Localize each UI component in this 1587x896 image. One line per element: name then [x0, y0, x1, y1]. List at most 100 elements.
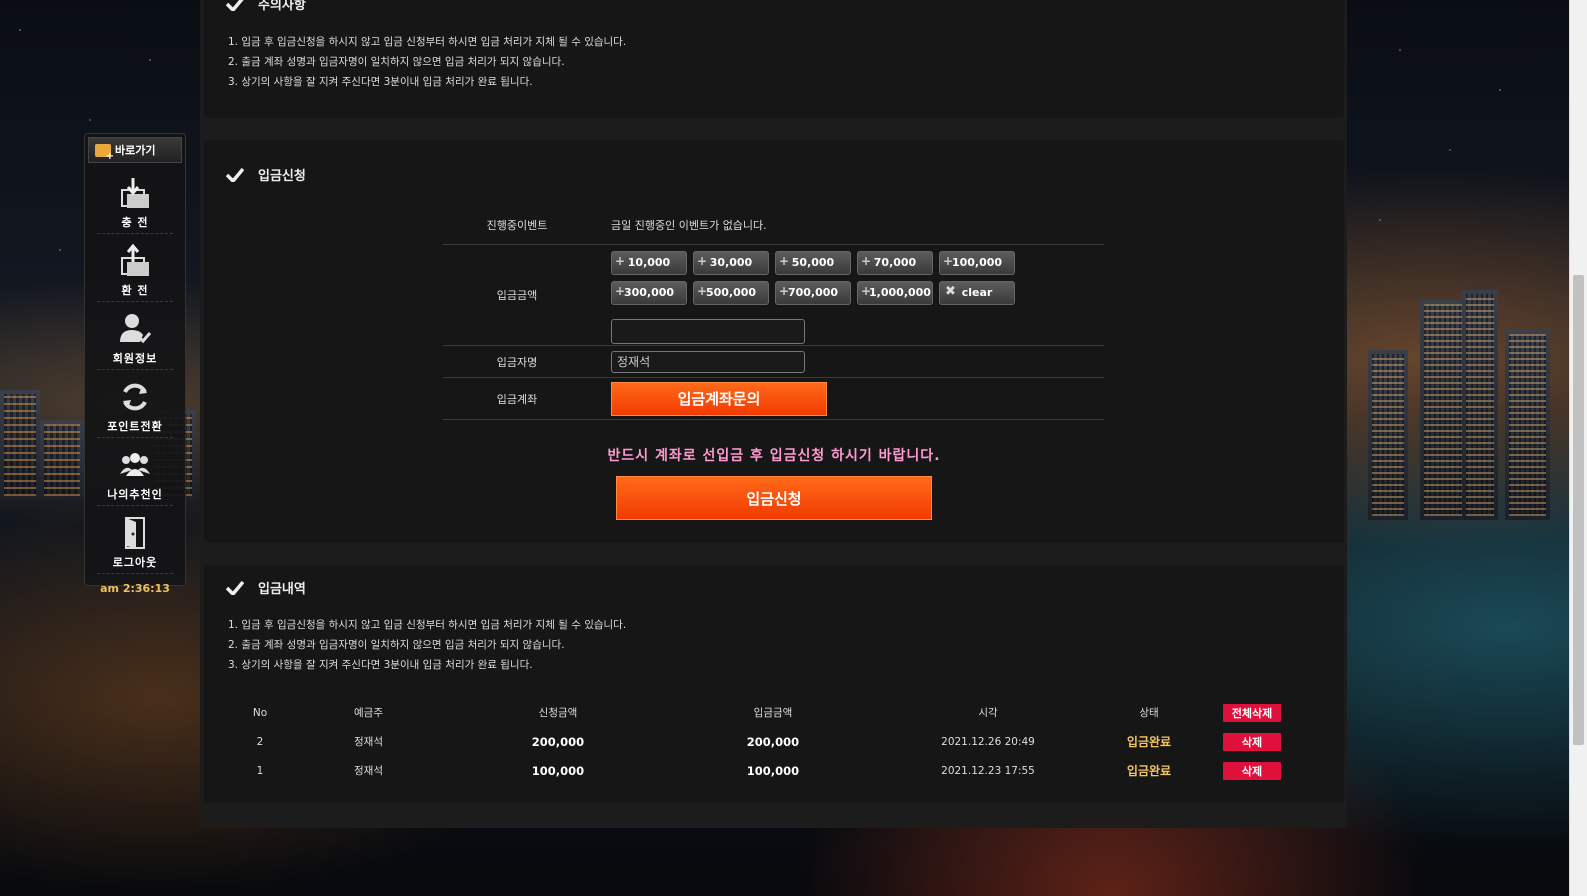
submit-deposit-button[interactable]: 입금신청 [616, 476, 932, 520]
vertical-scrollbar[interactable] [1569, 0, 1587, 896]
amount-button-10000[interactable]: +10,000 [611, 250, 687, 275]
delete-row-button[interactable]: 삭제 [1223, 761, 1281, 780]
sidebar-item-point-convert[interactable]: 포인트전환 [97, 370, 173, 438]
account-label: 입금계좌 [496, 392, 538, 406]
quick-menu-header: 바로가기 [88, 137, 182, 163]
history-title: 입금내역 [258, 582, 306, 597]
table-row: 1 정재석 100,000 100,000 2021.12.23 17:55 입… [228, 756, 1308, 785]
notice-line: 1. 입금 후 입금신청을 하시지 않고 입금 신청부터 하시면 입금 처리가 … [228, 36, 627, 48]
depositor-label: 입금자명 [496, 355, 538, 369]
amount-clear-button[interactable]: ✖ clear [939, 280, 1015, 305]
column-header: 시각 [978, 707, 998, 719]
history-notice-line: 3. 상기의 사항을 잘 지켜 주신다면 3분이내 입금 처리가 완료 됩니다. [228, 659, 533, 671]
sidebar-item-label: 나의추천인 [107, 488, 163, 501]
sidebar-item-logout[interactable]: 로그아웃 [97, 506, 173, 574]
sidebar-item-withdraw[interactable]: 환 전 [97, 234, 173, 302]
logout-icon [125, 517, 145, 549]
check-icon [226, 167, 244, 182]
event-label: 진행중이벤트 [486, 218, 548, 232]
folder-add-icon [95, 143, 114, 162]
check-icon [226, 580, 244, 595]
deposit-icon [121, 178, 149, 208]
amount-button-50000[interactable]: +50,000 [775, 250, 851, 275]
notice-line: 3. 상기의 사항을 잘 지켜 주신다면 3분이내 입금 처리가 완료 됩니다. [228, 76, 533, 88]
amount-button-300000[interactable]: +300,000 [611, 280, 687, 305]
row-time: 2021.12.26 20:49 [941, 735, 1035, 748]
row-requested-amount: 200,000 [531, 734, 585, 749]
plus-icon: + [861, 253, 872, 268]
withdraw-icon [121, 244, 149, 276]
deposit-warning: 반드시 계좌로 선입금 후 입금신청 하시기 바랍니다. [607, 448, 941, 464]
depositor-row: 입금자명 [443, 346, 1104, 378]
plus-icon: + [615, 283, 626, 298]
amount-input[interactable] [611, 318, 805, 344]
sidebar-item-label: 회원정보 [112, 352, 158, 365]
delete-row-button[interactable]: 삭제 [1223, 732, 1281, 751]
quick-menu-title: 바로가기 [115, 144, 156, 157]
sidebar-item-label: 로그아웃 [112, 556, 158, 569]
row-requested-amount: 100,000 [531, 763, 585, 778]
quick-menu-sidebar: 바로가기 충 전 환 전 회원정보 포인트전환 [84, 133, 186, 595]
amount-label: 입금금액 [496, 289, 538, 302]
row-action-cell: 삭제 [1197, 761, 1307, 780]
account-inquiry-button[interactable]: 입금계좌문의 [611, 381, 827, 416]
history-title-row: 입금내역 [226, 578, 306, 597]
notice-line: 2. 출금 계좌 성명과 입금자명이 일치하지 않으면 입금 처리가 되지 않습… [228, 56, 565, 68]
history-notice-list: 1. 입금 후 입금신청을 하시지 않고 입금 신청부터 하시면 입금 처리가 … [228, 615, 626, 675]
plus-icon: + [779, 253, 790, 268]
notice-title-row: 주의사항 [226, 0, 306, 13]
plus-icon: + [861, 283, 872, 298]
column-header: 예금주 [354, 707, 383, 719]
plus-icon: + [779, 283, 790, 298]
clock: am 2:36:13 [100, 582, 170, 595]
check-icon [226, 0, 244, 11]
column-header: 상태 [1139, 707, 1159, 719]
event-row: 진행중이벤트 금일 진행중인 이벤트가 없습니다. [443, 205, 1104, 245]
plus-icon: + [697, 283, 708, 298]
delete-all-cell: 전체삭제 [1197, 703, 1307, 722]
table-header-row: No 예금주 신청금액 입금금액 시각 상태 전체삭제 [228, 698, 1308, 727]
account-cell: 입금계좌문의 [591, 381, 1104, 416]
delete-all-button[interactable]: 전체삭제 [1223, 703, 1281, 722]
plus-icon: + [697, 253, 708, 268]
column-header: 신청금액 [538, 707, 578, 719]
amount-button-30000[interactable]: +30,000 [693, 250, 769, 275]
sidebar-item-member-info[interactable]: 회원정보 [97, 302, 173, 370]
column-header: No [252, 706, 268, 719]
column-header: 입금금액 [753, 707, 793, 719]
row-deposited-amount: 100,000 [746, 763, 800, 778]
sidebar-item-deposit[interactable]: 충 전 [97, 166, 173, 234]
plus-icon: + [943, 253, 954, 268]
deposit-title-row: 입금신청 [226, 165, 306, 184]
amount-button-100000[interactable]: +100,000 [939, 250, 1015, 275]
sidebar-item-referral[interactable]: 나의추천인 [97, 438, 173, 506]
row-no: 2 [256, 735, 264, 748]
row-status: 입금완료 [1126, 764, 1172, 778]
deposit-history-table: No 예금주 신청금액 입금금액 시각 상태 전체삭제 2 정재석 200,00… [228, 698, 1308, 785]
depositor-cell [591, 350, 1104, 373]
close-icon: ✖ [945, 283, 956, 299]
depositor-name-input[interactable] [611, 350, 805, 373]
amount-button-1000000[interactable]: +1,000,000 [857, 280, 933, 305]
plus-icon: + [615, 253, 626, 268]
sidebar-item-label: 충 전 [121, 216, 149, 229]
row-action-cell: 삭제 [1197, 732, 1307, 751]
amount-button-grid: +10,000 +30,000 +50,000 +70,000 +100,000… [611, 247, 1104, 305]
deposit-title: 입금신청 [258, 169, 306, 184]
row-holder: 정재석 [354, 765, 383, 777]
event-value: 금일 진행중인 이벤트가 없습니다. [611, 218, 767, 232]
row-no: 1 [256, 764, 264, 777]
notice-title: 주의사항 [258, 0, 306, 13]
amount-button-70000[interactable]: +70,000 [857, 250, 933, 275]
scrollbar-thumb[interactable] [1573, 275, 1584, 745]
row-status: 입금완료 [1126, 735, 1172, 749]
history-notice-line: 1. 입금 후 입금신청을 하시지 않고 입금 신청부터 하시면 입금 처리가 … [228, 619, 627, 631]
deposit-form: 진행중이벤트 금일 진행중인 이벤트가 없습니다. 입금금액 +10,000 +… [443, 205, 1104, 420]
row-deposited-amount: 200,000 [746, 734, 800, 749]
sidebar-item-label: 환 전 [121, 284, 149, 297]
amount-button-700000[interactable]: +700,000 [775, 280, 851, 305]
member-info-icon [120, 314, 152, 344]
sidebar-item-label: 포인트전환 [107, 420, 163, 433]
notice-list: 1. 입금 후 입금신청을 하시지 않고 입금 신청부터 하시면 입금 처리가 … [228, 32, 626, 92]
amount-button-500000[interactable]: +500,000 [693, 280, 769, 305]
